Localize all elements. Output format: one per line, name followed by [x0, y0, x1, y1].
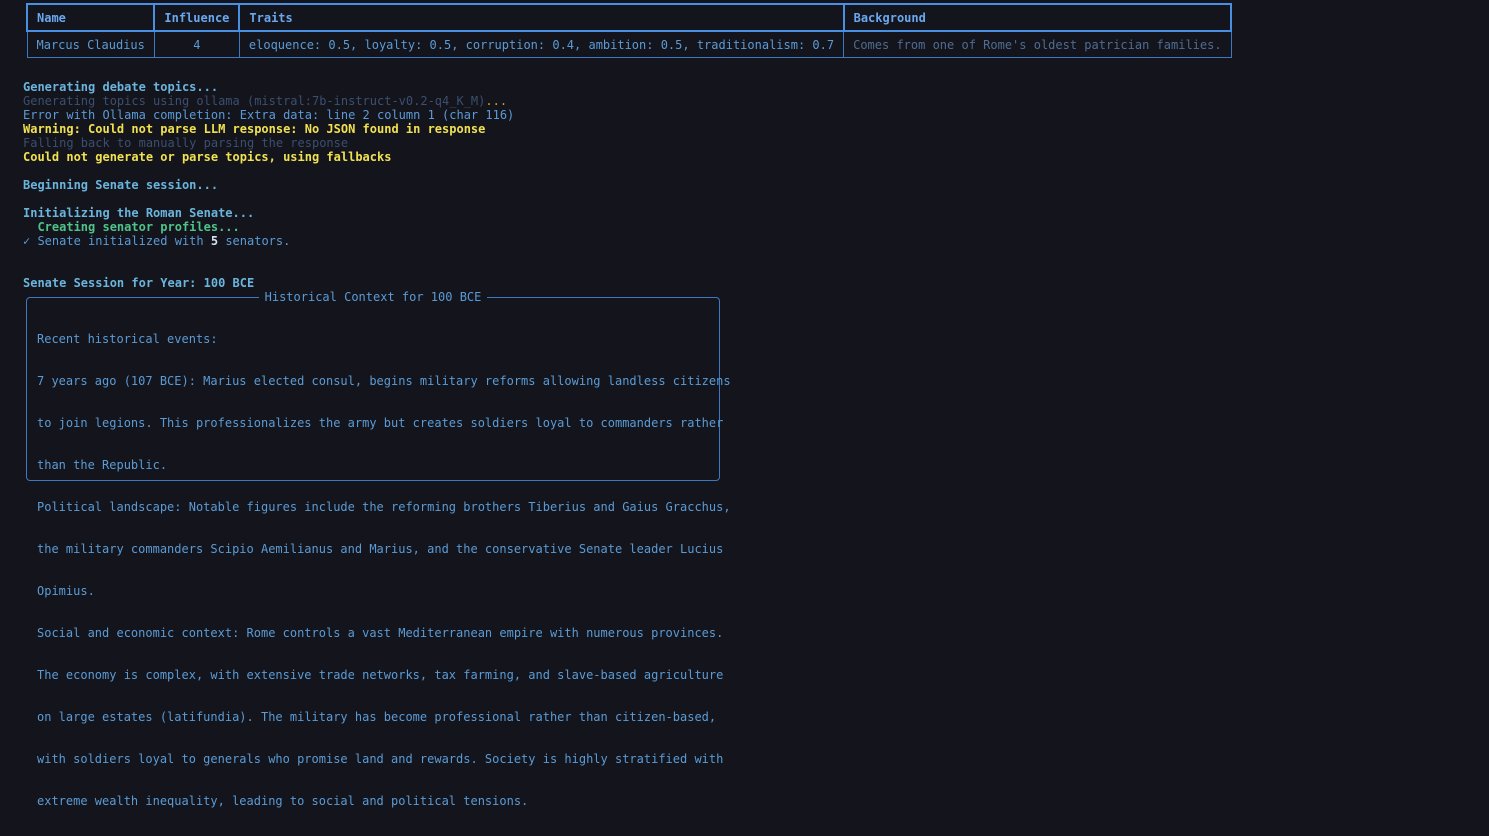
context-line: 7 years ago (107 BCE): Marius elected co…: [37, 374, 731, 388]
log-ollama-dots: ...: [485, 94, 508, 108]
column-header-name: Name: [25, 3, 156, 32]
panel-title: Historical Context for 100 BCE: [27, 290, 719, 304]
senator-influence-cell: 4: [153, 30, 240, 58]
column-header-traits: Traits: [238, 3, 845, 32]
log-beginning-session: Beginning Senate session...: [23, 178, 219, 192]
context-line: Political landscape: Notable figures inc…: [37, 500, 731, 514]
senator-table: Name Influence Traits Background Marcus …: [25, 3, 1233, 58]
context-line: than the Republic.: [37, 458, 168, 472]
log-initializing: Initializing the Roman Senate...: [23, 206, 255, 220]
context-line: Opimius.: [37, 584, 95, 598]
context-line: The economy is complex, with extensive t…: [37, 668, 724, 682]
panel-title-text: Historical Context for 100 BCE: [258, 290, 488, 304]
senator-name-cell: Marcus Claudius: [26, 30, 155, 58]
historical-context-panel: Historical Context for 100 BCE Recent hi…: [26, 290, 731, 808]
context-line: the military commanders Scipio Aemilianu…: [37, 542, 724, 556]
log-fallback-manual: Falling back to manually parsing the res…: [23, 136, 349, 150]
table-header-row: Name Influence Traits Background: [25, 3, 1233, 32]
log-creating-profiles: Creating senator profiles...: [23, 220, 240, 234]
log-warning: Warning: Could not parse LLM response: N…: [23, 122, 486, 136]
log-session-year: Senate Session for Year: 100 BCE: [23, 276, 255, 290]
context-line: to join legions. This professionalizes t…: [37, 416, 724, 430]
column-header-influence: Influence: [153, 3, 241, 32]
log-ollama-line: Generating topics using ollama (mistral:…: [23, 94, 507, 108]
senator-count: 5: [210, 234, 219, 248]
log-ollama-error: Error with Ollama completion: Extra data…: [23, 108, 515, 122]
log-initialized-prefix: Senate initialized with: [30, 234, 211, 248]
context-line: on large estates (latifundia). The milit…: [37, 710, 717, 724]
log-fallback-topics: Could not generate or parse topics, usin…: [23, 150, 392, 164]
context-line: extreme wealth inequality, leading to so…: [37, 794, 529, 808]
log-generating-topics: Generating debate topics...: [23, 80, 219, 94]
senator-traits-cell: eloquence: 0.5, loyalty: 0.5, corruption…: [238, 30, 845, 58]
senator-background-cell: Comes from one of Rome's oldest patricia…: [843, 30, 1232, 58]
log-ollama-text: Generating topics using ollama (mistral:…: [23, 94, 486, 108]
context-line: Recent historical events:: [37, 332, 218, 346]
context-line: Social and economic context: Rome contro…: [37, 626, 724, 640]
column-header-background: Background: [842, 3, 1233, 32]
context-line: with soldiers loyal to generals who prom…: [37, 752, 724, 766]
log-initialized: ✓ Senate initialized with 5 senators.: [23, 234, 290, 248]
panel-body: Recent historical events: 7 years ago (1…: [37, 304, 731, 836]
terminal-window: Name Influence Traits Background Marcus …: [0, 0, 1489, 808]
log-initialized-suffix: senators.: [218, 234, 291, 248]
table-row: Marcus Claudius 4 eloquence: 0.5, loyalt…: [26, 30, 1232, 58]
